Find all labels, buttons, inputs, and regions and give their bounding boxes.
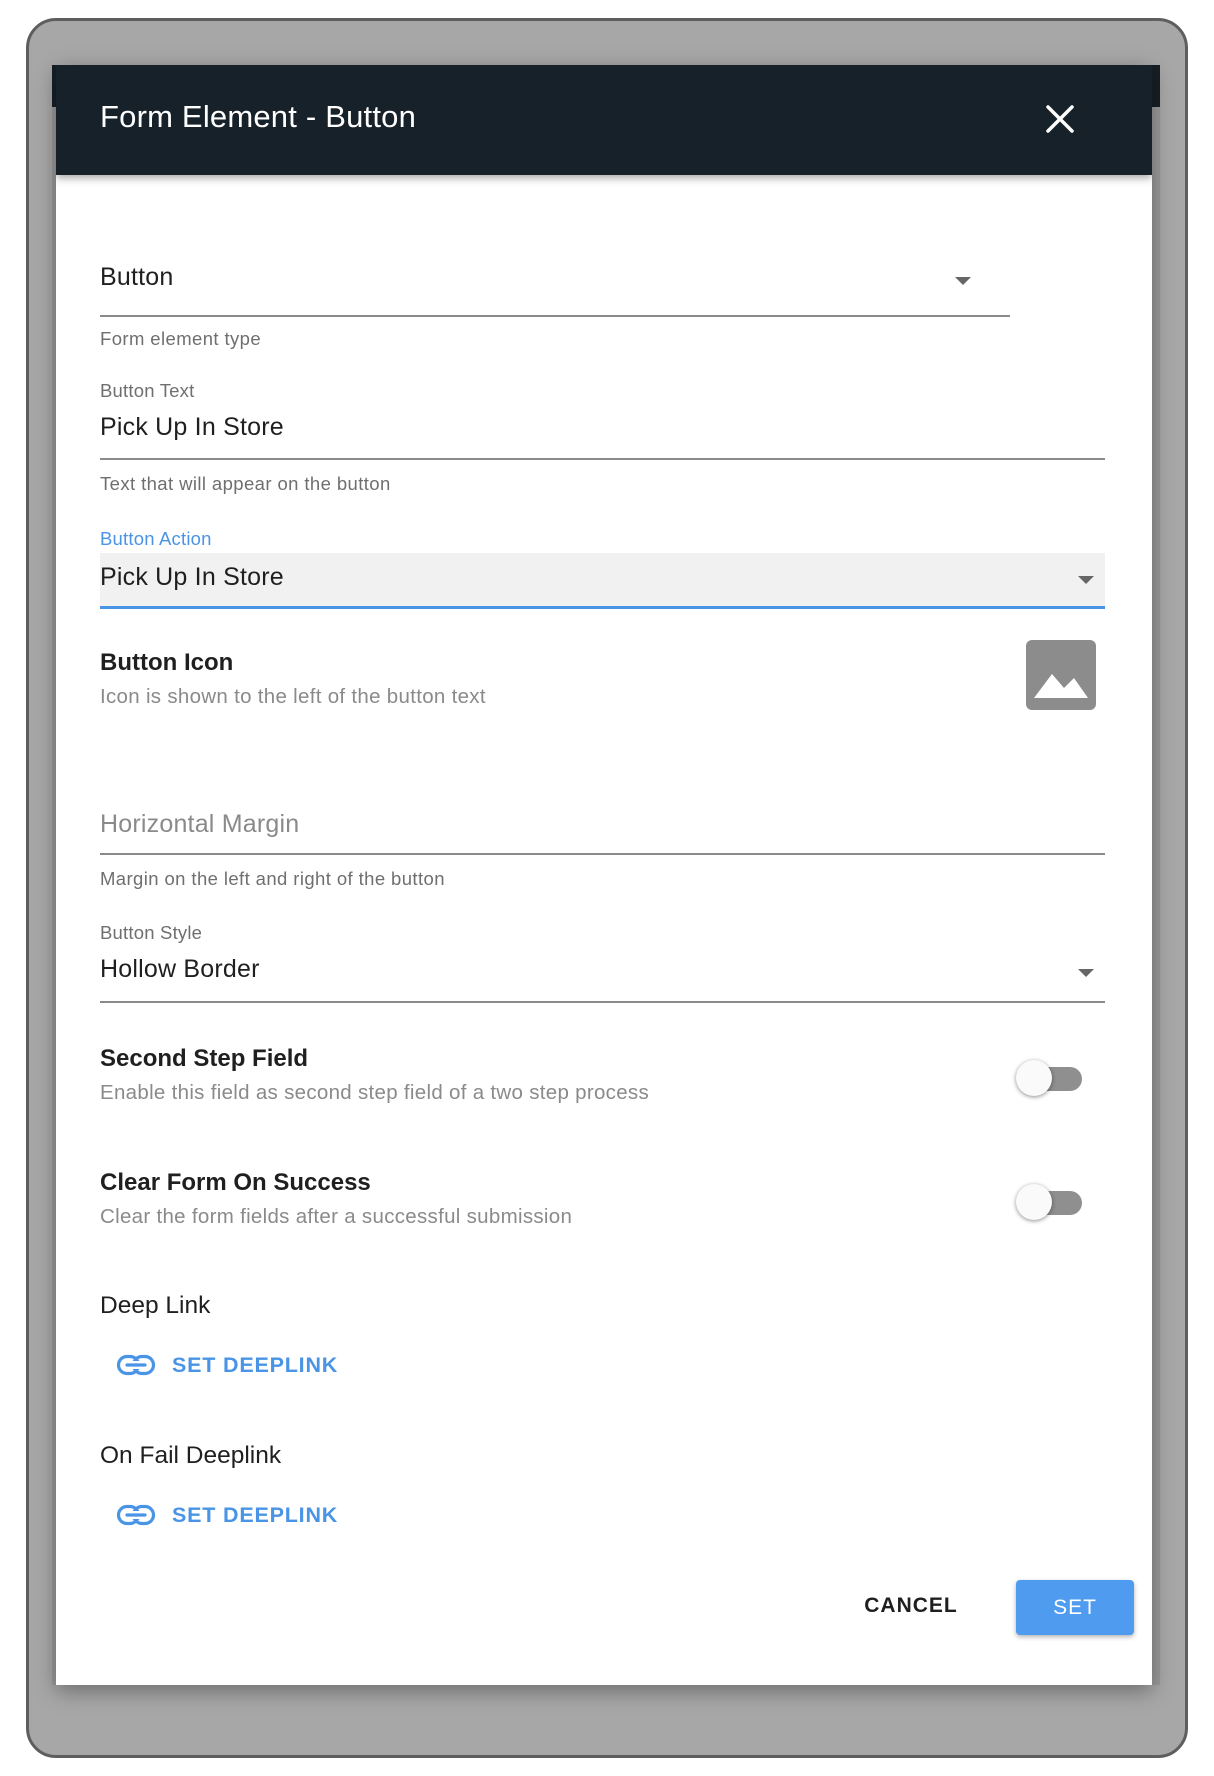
horizontal-margin-input[interactable]: Horizontal Margin [100,805,1105,855]
button-action-select[interactable]: Pick Up In Store [100,553,1105,609]
chevron-down-icon [1078,969,1094,977]
horizontal-margin-placeholder: Horizontal Margin [100,810,300,838]
deep-link-title: Deep Link [100,1292,211,1319]
button-text-underline [100,458,1105,460]
set-deeplink-label: SET DEEPLINK [172,1352,339,1377]
button-style-label: Button Style [100,922,203,943]
second-step-title: Second Step Field [100,1045,309,1072]
cancel-button[interactable]: CANCEL [841,1580,981,1632]
button-action-value: Pick Up In Store [100,563,284,591]
button-text-input[interactable]: Pick Up In Store [100,405,1105,460]
button-action-label: Button Action [100,528,212,549]
clear-form-toggle[interactable] [1016,1184,1086,1220]
dialog-title: Form Element - Button [100,99,417,134]
button-text-value: Pick Up In Store [100,413,284,441]
element-type-underline [100,315,1010,317]
button-icon-title: Button Icon [100,649,234,676]
button-action-underline [100,606,1105,609]
form-element-dialog: Form Element - Button Button Form elemen… [56,65,1152,1685]
button-text-label: Button Text [100,380,195,401]
button-text-helper: Text that will appear on the button [100,473,391,494]
horizontal-margin-underline [100,853,1105,855]
button-style-select[interactable]: Hollow Border [100,945,1105,1003]
button-icon-picker[interactable] [1026,640,1096,710]
element-type-value: Button [100,263,174,291]
toggle-thumb [1016,1184,1052,1220]
element-type-select[interactable]: Button [100,255,1010,317]
set-button[interactable]: SET [1016,1580,1134,1635]
chevron-down-icon [955,277,971,285]
second-step-toggle[interactable] [1016,1060,1086,1096]
set-fail-deeplink-button[interactable]: SET DEEPLINK [116,1490,338,1540]
toggle-thumb [1016,1060,1052,1096]
button-style-underline [100,1001,1105,1003]
dialog-header: Form Element - Button [56,65,1152,175]
image-icon [1034,674,1088,698]
second-step-description: Enable this field as second step field o… [100,1081,650,1104]
chevron-down-icon [1078,576,1094,584]
horizontal-margin-helper: Margin on the left and right of the butt… [100,868,445,889]
link-icon [116,1354,156,1376]
element-type-helper: Form element type [100,328,262,349]
link-icon [116,1504,156,1526]
fail-deep-link-title: On Fail Deeplink [100,1442,282,1469]
set-fail-deeplink-label: SET DEEPLINK [172,1502,339,1527]
clear-form-title: Clear Form On Success [100,1169,371,1196]
button-style-value: Hollow Border [100,955,260,983]
close-icon [1046,105,1074,133]
button-icon-description: Icon is shown to the left of the button … [100,685,486,708]
set-deeplink-button[interactable]: SET DEEPLINK [116,1340,338,1390]
clear-form-description: Clear the form fields after a successful… [100,1205,573,1228]
close-button[interactable] [1040,99,1080,139]
